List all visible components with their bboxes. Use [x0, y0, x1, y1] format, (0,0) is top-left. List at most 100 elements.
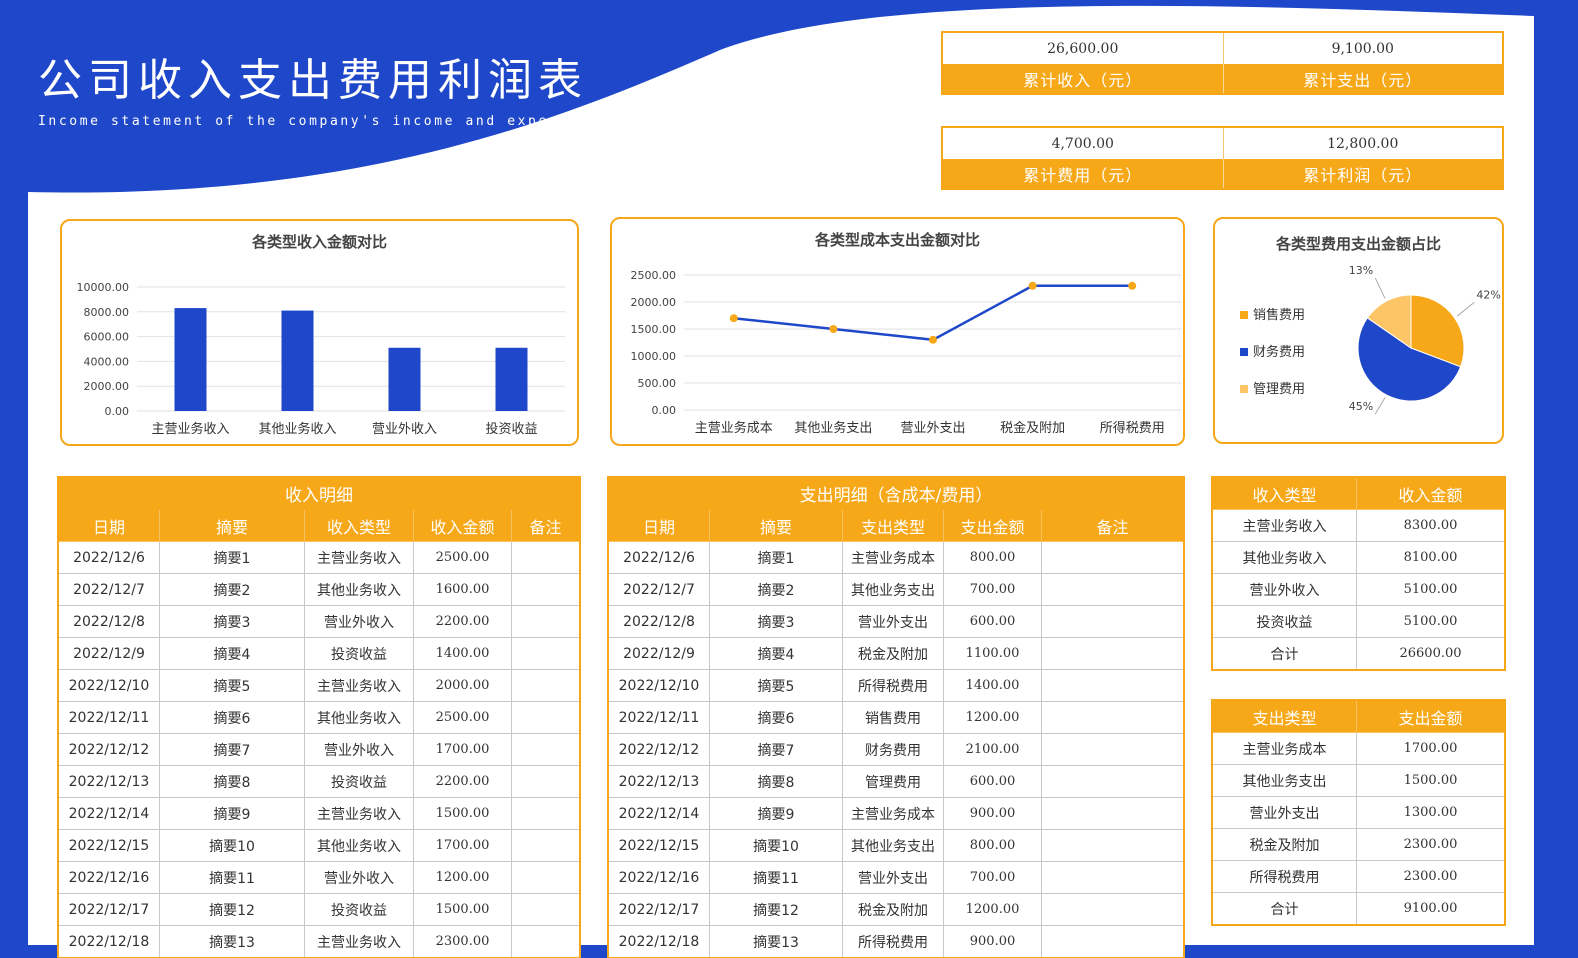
income-detail-table: 收入明细 日期 摘要 收入类型 收入金额 备注 2022/12/6 摘要1 主营业务… — [56, 476, 582, 958]
kpi-total-income-label: 累计收入（元） — [943, 64, 1223, 93]
expense-row-cell: 700.00 — [943, 573, 1042, 606]
expense-row-cell: 2022/12/10 — [608, 669, 710, 702]
expense-col-date: 日期 — [608, 509, 710, 542]
expense-summary-row-cell: 主营业务成本 — [1212, 732, 1357, 765]
cost-point — [929, 335, 937, 344]
income-row-cell — [510, 701, 581, 734]
expense-row-cell: 其他业务支出 — [842, 829, 944, 862]
expense-row-cell: 1200.00 — [943, 893, 1042, 926]
income-row-cell: 其他业务收入 — [304, 573, 414, 606]
expense-summary-row-cell: 合计 — [1212, 892, 1357, 925]
expense-summary-row: 主营业务成本 1700.00 — [1212, 732, 1505, 765]
income-row-cell — [510, 797, 581, 830]
income-row-cell — [510, 669, 581, 702]
income-bar — [174, 308, 207, 411]
expense-row-cell: 2022/12/16 — [608, 861, 710, 894]
expense-col-remark: 备注 — [1040, 509, 1185, 542]
income-bar — [388, 347, 421, 411]
expense-row-cell: 2100.00 — [943, 733, 1042, 766]
line-y-tick-label: 2000.00 — [631, 296, 677, 309]
income-row-cell: 摘要10 — [159, 829, 305, 862]
income-row: 2022/12/16 摘要11 营业外收入 1200.00 — [58, 861, 581, 894]
kpi-total-expense-value: 9,100.00 — [1222, 33, 1503, 64]
expense-row-cell: 摘要6 — [709, 701, 843, 734]
expense-row: 2022/12/9 摘要4 税金及附加 1100.00 — [608, 637, 1185, 670]
bar-y-tick-label: 6000.00 — [84, 331, 130, 344]
income-row: 2022/12/9 摘要4 投资收益 1400.00 — [58, 637, 581, 670]
income-row-cell: 投资收益 — [304, 893, 414, 926]
income-row: 2022/12/10 摘要5 主营业务收入 2000.00 — [58, 669, 581, 702]
expense-col-amount: 支出金额 — [943, 509, 1042, 542]
expense-row-cell: 财务费用 — [842, 733, 944, 766]
expense-summary-row-cell: 1500.00 — [1356, 764, 1505, 797]
expense-row-cell: 2022/12/18 — [608, 925, 710, 958]
expense-row-cell — [1040, 733, 1185, 766]
expense-row-cell: 1200.00 — [943, 701, 1042, 734]
expense-row-cell: 2022/12/7 — [608, 573, 710, 606]
expense-row-cell: 800.00 — [943, 541, 1042, 574]
income-row-cell: 2022/12/10 — [58, 669, 160, 702]
income-row-cell: 2022/12/12 — [58, 733, 160, 766]
kpi-total-expense-label: 累计支出（元） — [1222, 64, 1502, 93]
expense-row: 2022/12/8 摘要3 营业外支出 600.00 — [608, 605, 1185, 638]
line-x-tick-label: 主营业务成本 — [695, 420, 773, 436]
pie-legend-swatch — [1240, 385, 1248, 393]
expense-row-cell — [1040, 637, 1185, 670]
income-summary-row: 其他业务收入 8100.00 — [1212, 541, 1505, 574]
income-row-cell — [510, 605, 581, 638]
income-row-cell: 摘要7 — [159, 733, 305, 766]
expense-summary-row: 税金及附加 2300.00 — [1212, 828, 1505, 861]
income-row-cell — [510, 637, 581, 670]
income-row-cell: 摘要9 — [159, 797, 305, 830]
expense-summary-row-cell: 营业外支出 — [1212, 796, 1357, 829]
income-row-cell: 主营业务收入 — [304, 925, 414, 958]
expense-summary-row: 营业外支出 1300.00 — [1212, 796, 1505, 829]
expense-row-cell: 2022/12/6 — [608, 541, 710, 574]
expense-row-cell: 摘要3 — [709, 605, 843, 638]
income-row-cell: 营业外收入 — [304, 733, 414, 766]
expense-row: 2022/12/15 摘要10 其他业务支出 800.00 — [608, 829, 1185, 862]
kpi-total-cost-label: 累计费用（元） — [943, 159, 1223, 188]
pie-legend-label: 销售费用 — [1253, 307, 1305, 323]
expense-row-cell: 2022/12/12 — [608, 733, 710, 766]
income-summary-row-cell: 营业外收入 — [1212, 573, 1357, 606]
cost-point — [729, 314, 738, 323]
expense-row-cell: 600.00 — [943, 765, 1042, 798]
income-row-cell: 摘要5 — [159, 669, 305, 702]
pie-percent-label: 42% — [1476, 288, 1500, 301]
income-table-caption: 收入明细 — [57, 477, 581, 510]
income-row: 2022/12/15 摘要10 其他业务收入 1700.00 — [58, 829, 581, 862]
expense-summary-row-cell: 9100.00 — [1356, 892, 1505, 925]
expense-row-cell: 税金及附加 — [842, 637, 944, 670]
fee-pie-chart: 42% 销售费用 45% 财务费用 13% 管理费用 — [1240, 264, 1501, 415]
expense-row-cell: 摘要4 — [709, 637, 843, 670]
expense-summary-row-cell: 所得税费用 — [1212, 860, 1357, 893]
expense-row-cell: 1100.00 — [943, 637, 1042, 670]
income-summary-table: 收入类型 收入金额 主营业务收入 8300.00 其他业务收入 8100.00 营业外收… — [1211, 476, 1506, 671]
income-row-cell: 其他业务收入 — [304, 701, 414, 734]
expense-row-cell: 1400.00 — [943, 669, 1042, 702]
expense-row: 2022/12/7 摘要2 其他业务支出 700.00 — [608, 573, 1185, 606]
kpi-group-income-expense: 26,600.00 9,100.00 累计收入（元） 累计支出（元） — [941, 31, 1504, 95]
expense-summary-row-cell: 2300.00 — [1356, 828, 1505, 861]
income-row-cell: 摘要3 — [159, 605, 305, 638]
expense-row-cell — [1040, 573, 1185, 606]
income-row-cell — [510, 573, 581, 606]
expense-row: 2022/12/13 摘要8 管理费用 600.00 — [608, 765, 1185, 798]
income-row: 2022/12/12 摘要7 营业外收入 1700.00 — [58, 733, 581, 766]
income-row-cell — [510, 541, 581, 574]
cost-point — [1128, 281, 1137, 290]
income-summary-row-cell: 合计 — [1212, 637, 1357, 670]
expense-row-cell: 900.00 — [943, 925, 1042, 958]
income-summary-col-type: 收入类型 — [1212, 477, 1357, 510]
income-row-cell: 2500.00 — [413, 541, 512, 574]
expense-row-cell: 管理费用 — [842, 765, 944, 798]
expense-detail-table: 支出明细（含成本/费用） 日期 摘要 支出类型 支出金额 备注 2022/12/… — [606, 476, 1186, 958]
income-row-cell: 2022/12/17 — [58, 893, 160, 926]
expense-summary-row-cell: 1300.00 — [1356, 796, 1505, 829]
income-row-cell: 2022/12/13 — [58, 765, 160, 798]
expense-row-cell: 800.00 — [943, 829, 1042, 862]
expense-row-cell: 2022/12/13 — [608, 765, 710, 798]
page-subtitle: Income statement of the company's income… — [38, 114, 591, 129]
income-row-cell — [510, 829, 581, 862]
